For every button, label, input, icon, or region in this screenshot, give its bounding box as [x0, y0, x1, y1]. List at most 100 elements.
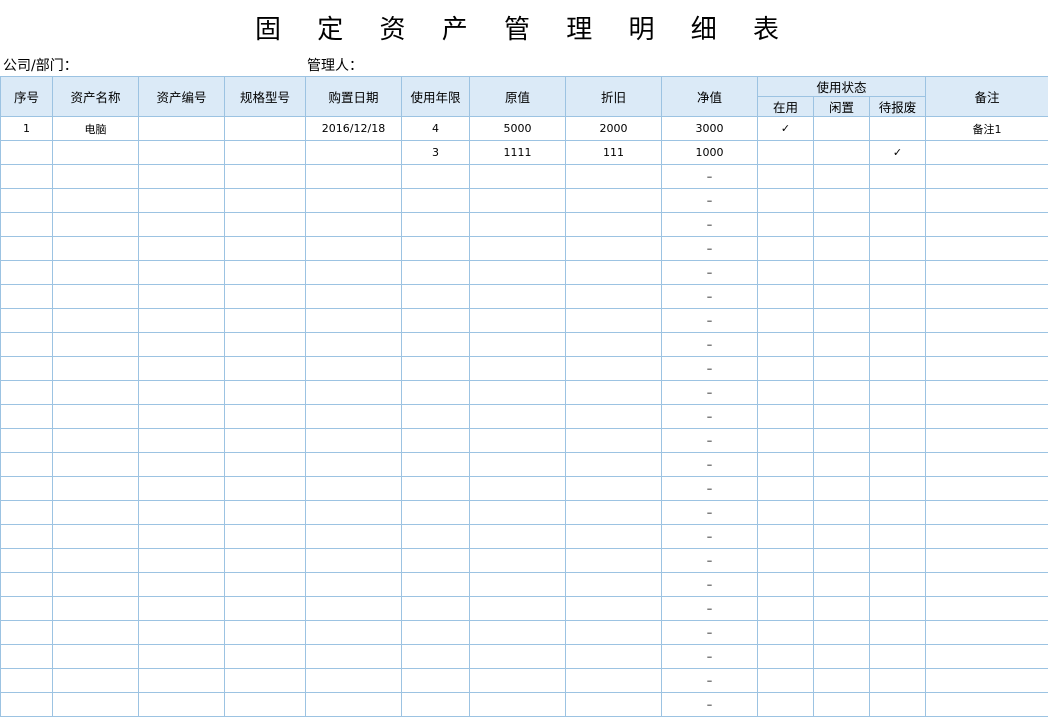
cell-purchase-date[interactable]	[306, 693, 402, 717]
header-purchase-date[interactable]: 购置日期	[306, 77, 402, 117]
cell-service-years[interactable]	[402, 405, 470, 429]
cell-status-in-use[interactable]	[758, 309, 814, 333]
header-net-value[interactable]: 净值	[662, 77, 758, 117]
cell-purchase-date[interactable]	[306, 189, 402, 213]
cell-original-value[interactable]	[470, 405, 566, 429]
cell-model[interactable]	[225, 117, 306, 141]
cell-asset-code[interactable]	[139, 189, 225, 213]
cell-depreciation[interactable]	[566, 429, 662, 453]
cell-status-idle[interactable]	[814, 285, 870, 309]
cell-status-in-use[interactable]	[758, 501, 814, 525]
cell-service-years[interactable]	[402, 525, 470, 549]
cell-status-in-use[interactable]	[758, 141, 814, 165]
cell-remark[interactable]	[926, 189, 1048, 213]
cell-status-in-use[interactable]	[758, 405, 814, 429]
cell-original-value[interactable]	[470, 429, 566, 453]
cell-net-value[interactable]: –	[662, 693, 758, 717]
cell-asset-code[interactable]	[139, 309, 225, 333]
cell-asset-name[interactable]	[53, 573, 139, 597]
cell-status-scrap[interactable]	[870, 669, 926, 693]
cell-asset-name[interactable]	[53, 237, 139, 261]
cell-status-in-use[interactable]	[758, 189, 814, 213]
cell-seq[interactable]	[1, 525, 53, 549]
cell-model[interactable]	[225, 501, 306, 525]
cell-model[interactable]	[225, 381, 306, 405]
cell-asset-name[interactable]	[53, 597, 139, 621]
cell-original-value[interactable]	[470, 261, 566, 285]
cell-depreciation[interactable]	[566, 333, 662, 357]
cell-service-years[interactable]: 3	[402, 141, 470, 165]
cell-asset-code[interactable]	[139, 645, 225, 669]
cell-status-idle[interactable]	[814, 165, 870, 189]
cell-status-idle[interactable]	[814, 645, 870, 669]
cell-purchase-date[interactable]	[306, 237, 402, 261]
cell-status-idle[interactable]	[814, 141, 870, 165]
cell-purchase-date[interactable]	[306, 213, 402, 237]
cell-status-in-use[interactable]: ✓	[758, 117, 814, 141]
cell-net-value[interactable]: –	[662, 621, 758, 645]
cell-model[interactable]	[225, 261, 306, 285]
cell-depreciation[interactable]	[566, 237, 662, 261]
cell-original-value[interactable]	[470, 381, 566, 405]
cell-asset-name[interactable]	[53, 213, 139, 237]
cell-depreciation[interactable]: 2000	[566, 117, 662, 141]
cell-status-in-use[interactable]	[758, 237, 814, 261]
cell-model[interactable]	[225, 237, 306, 261]
cell-purchase-date[interactable]	[306, 621, 402, 645]
cell-service-years[interactable]	[402, 501, 470, 525]
cell-status-scrap[interactable]	[870, 213, 926, 237]
cell-seq[interactable]	[1, 573, 53, 597]
cell-remark[interactable]	[926, 693, 1048, 717]
cell-model[interactable]	[225, 549, 306, 573]
cell-original-value[interactable]: 5000	[470, 117, 566, 141]
cell-service-years[interactable]	[402, 549, 470, 573]
cell-status-idle[interactable]	[814, 381, 870, 405]
cell-model[interactable]	[225, 165, 306, 189]
cell-service-years[interactable]	[402, 669, 470, 693]
cell-model[interactable]	[225, 453, 306, 477]
cell-asset-code[interactable]	[139, 285, 225, 309]
cell-asset-code[interactable]	[139, 213, 225, 237]
cell-net-value[interactable]: –	[662, 333, 758, 357]
cell-purchase-date[interactable]	[306, 333, 402, 357]
cell-status-scrap[interactable]	[870, 525, 926, 549]
cell-status-in-use[interactable]	[758, 621, 814, 645]
cell-service-years[interactable]	[402, 309, 470, 333]
cell-status-idle[interactable]	[814, 405, 870, 429]
cell-net-value[interactable]: –	[662, 381, 758, 405]
cell-status-scrap[interactable]	[870, 693, 926, 717]
cell-original-value[interactable]	[470, 165, 566, 189]
cell-service-years[interactable]	[402, 357, 470, 381]
header-status-scrap[interactable]: 待报废	[870, 97, 926, 117]
cell-service-years[interactable]	[402, 429, 470, 453]
cell-asset-code[interactable]	[139, 501, 225, 525]
cell-remark[interactable]	[926, 597, 1048, 621]
cell-status-idle[interactable]	[814, 525, 870, 549]
cell-original-value[interactable]	[470, 189, 566, 213]
cell-net-value[interactable]: –	[662, 309, 758, 333]
cell-status-scrap[interactable]	[870, 645, 926, 669]
cell-status-scrap[interactable]	[870, 165, 926, 189]
cell-purchase-date[interactable]	[306, 501, 402, 525]
cell-remark[interactable]	[926, 669, 1048, 693]
cell-status-idle[interactable]	[814, 357, 870, 381]
cell-net-value[interactable]: –	[662, 237, 758, 261]
cell-asset-name[interactable]	[53, 333, 139, 357]
cell-model[interactable]	[225, 621, 306, 645]
cell-asset-name[interactable]	[53, 285, 139, 309]
header-usage-status[interactable]: 使用状态	[758, 77, 926, 97]
cell-status-scrap[interactable]	[870, 405, 926, 429]
cell-status-scrap[interactable]	[870, 477, 926, 501]
cell-asset-name[interactable]	[53, 381, 139, 405]
cell-status-in-use[interactable]	[758, 597, 814, 621]
cell-model[interactable]	[225, 285, 306, 309]
cell-asset-name[interactable]	[53, 693, 139, 717]
cell-seq[interactable]	[1, 693, 53, 717]
cell-status-scrap[interactable]	[870, 381, 926, 405]
cell-seq[interactable]	[1, 405, 53, 429]
cell-status-idle[interactable]	[814, 621, 870, 645]
cell-service-years[interactable]	[402, 597, 470, 621]
cell-original-value[interactable]	[470, 597, 566, 621]
cell-model[interactable]	[225, 309, 306, 333]
cell-status-idle[interactable]	[814, 189, 870, 213]
